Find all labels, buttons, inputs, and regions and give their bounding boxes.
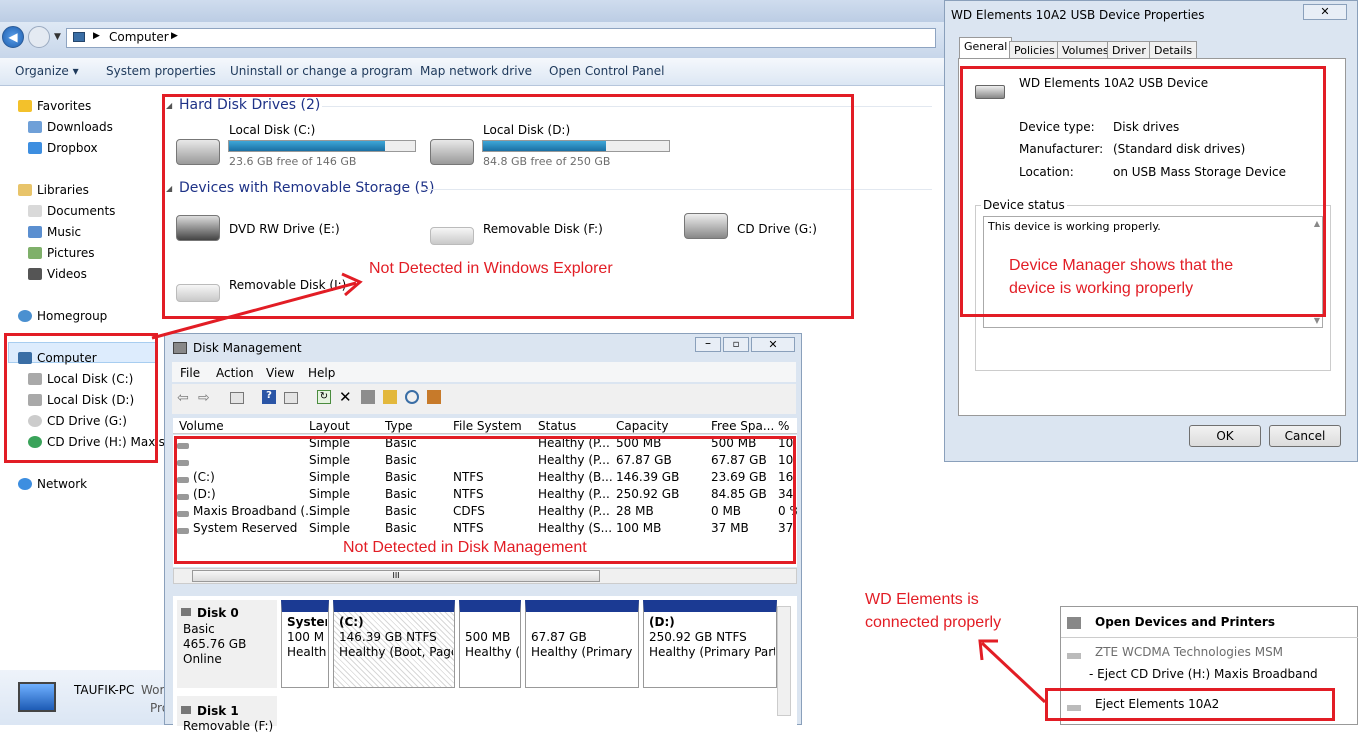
arrow-to-wd-text bbox=[980, 641, 1047, 704]
arrow-to-explorer bbox=[151, 281, 357, 340]
annotation-arrows bbox=[151, 272, 1047, 704]
